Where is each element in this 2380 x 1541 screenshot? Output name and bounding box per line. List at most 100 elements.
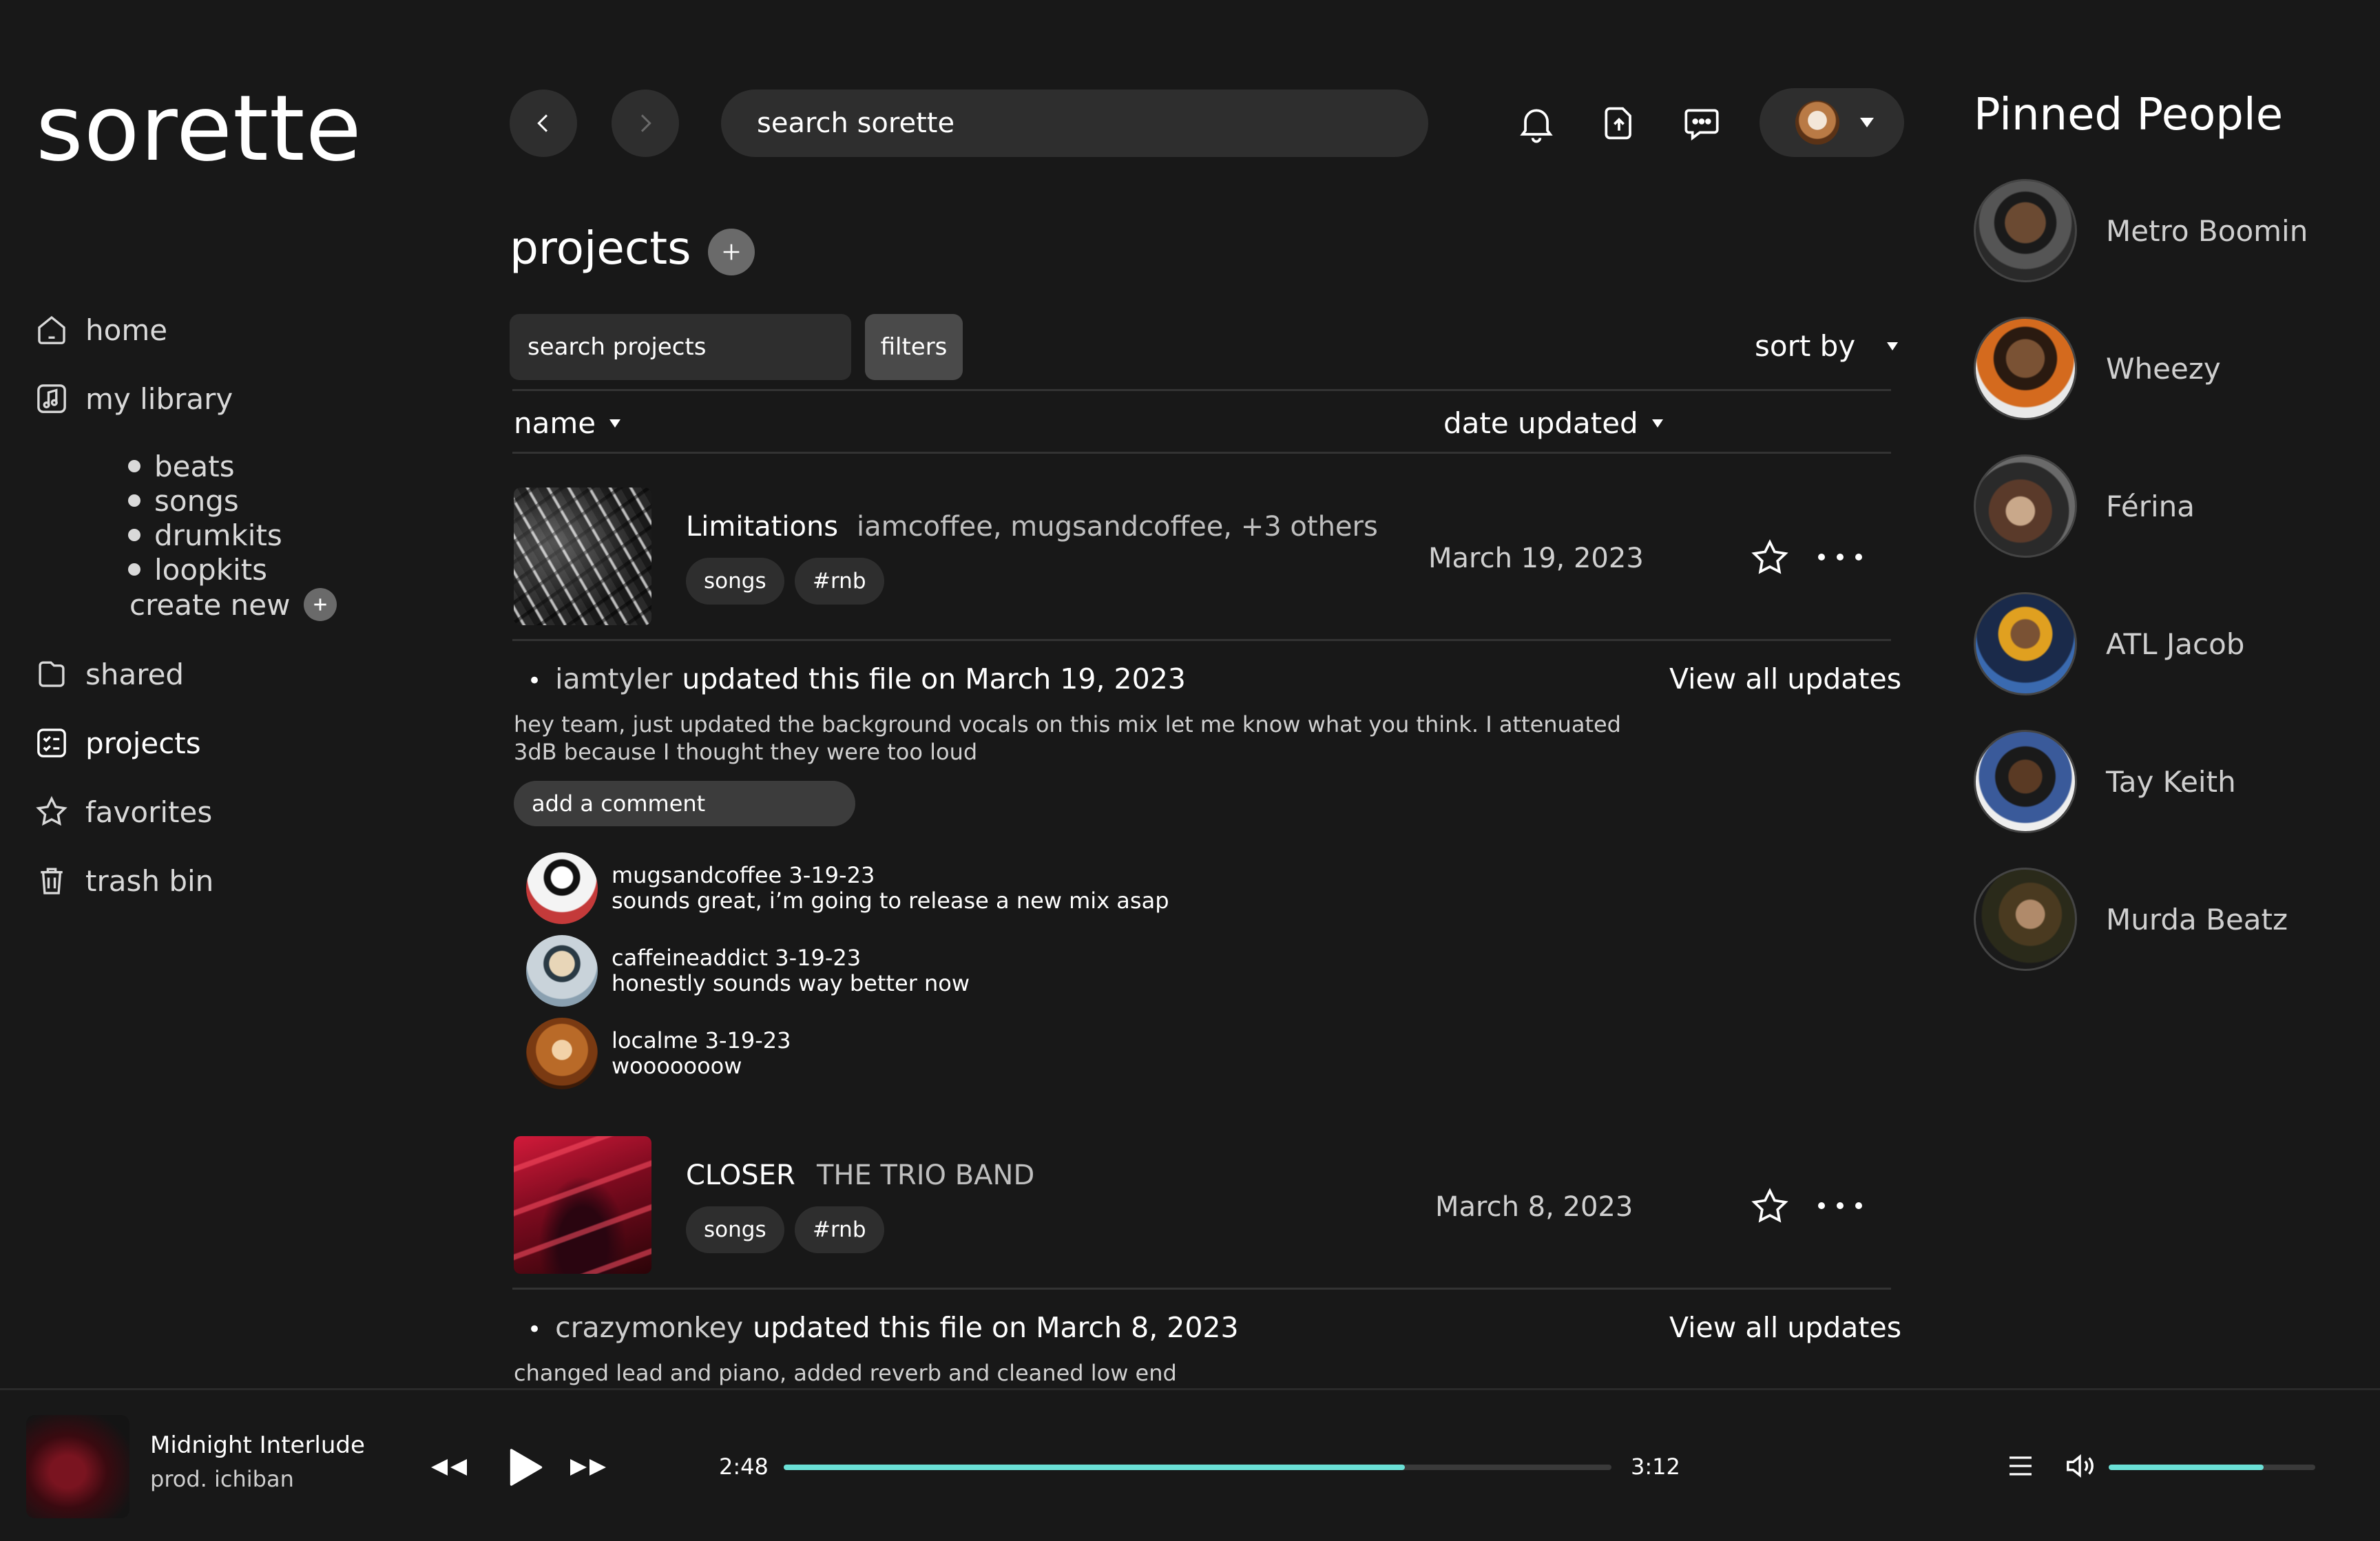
add-project-button[interactable] xyxy=(708,229,755,275)
project-thumbnail[interactable] xyxy=(514,1136,651,1274)
pinned-person[interactable]: ATL Jacob xyxy=(1974,592,2244,695)
track-artist[interactable]: prod. ichiban xyxy=(150,1466,294,1492)
rewind-button[interactable] xyxy=(428,1447,470,1488)
fast-forward-icon xyxy=(570,1459,606,1476)
back-button[interactable] xyxy=(510,90,577,157)
update-text: updated this file on March 19, 2023 xyxy=(682,662,1186,695)
volume-button[interactable] xyxy=(2060,1445,2102,1487)
avatar[interactable] xyxy=(526,1018,598,1089)
column-header-date[interactable]: date updated xyxy=(1443,406,1663,440)
update-user[interactable]: crazymonkey xyxy=(555,1311,743,1344)
project-date: March 19, 2023 xyxy=(1428,543,1644,574)
profile-menu-button[interactable] xyxy=(1760,88,1904,157)
rewind-icon xyxy=(431,1459,467,1476)
pinned-person[interactable]: Murda Beatz xyxy=(1974,868,2288,971)
volume-slider[interactable] xyxy=(2109,1465,2315,1470)
bullet-icon: • xyxy=(528,1316,542,1343)
home-icon xyxy=(38,315,65,344)
comment-input[interactable] xyxy=(514,781,855,826)
project-search-input[interactable] xyxy=(510,314,851,380)
music-note-icon xyxy=(37,384,66,413)
tag-rnb[interactable]: #rnb xyxy=(795,1206,884,1253)
library-item-label: songs xyxy=(154,483,239,518)
fast-forward-button[interactable] xyxy=(567,1447,609,1488)
divider xyxy=(512,389,1891,391)
bell-icon xyxy=(1520,109,1553,143)
favorite-star-icon[interactable] xyxy=(1748,536,1792,580)
tag-songs[interactable]: songs xyxy=(686,558,784,605)
track-title[interactable]: Midnight Interlude xyxy=(150,1432,365,1459)
more-options-icon[interactable] xyxy=(1818,547,1862,567)
caret-down-icon xyxy=(1887,342,1899,350)
duration-time: 3:12 xyxy=(1631,1454,1680,1480)
chevron-right-icon xyxy=(640,114,651,132)
library-item-drumkits[interactable]: drumkits xyxy=(128,518,337,552)
forward-button[interactable] xyxy=(612,90,679,157)
pinned-person[interactable]: Tay Keith xyxy=(1974,730,2236,833)
view-all-updates-link[interactable]: View all updates xyxy=(1669,1311,1901,1344)
avatar xyxy=(1974,454,2077,558)
sort-by-label: sort by xyxy=(1755,329,1856,363)
favorite-star-icon[interactable] xyxy=(1748,1184,1792,1228)
filters-button[interactable]: filters xyxy=(865,314,963,380)
library-item-songs[interactable]: songs xyxy=(128,483,337,518)
comment-text: sounds great, i’m going to release a new… xyxy=(612,888,1169,914)
tag-rnb[interactable]: #rnb xyxy=(795,558,884,605)
sort-by-dropdown[interactable]: sort by xyxy=(1755,329,1899,363)
sidebar-item-home[interactable]: home xyxy=(33,311,167,348)
avatar xyxy=(1974,868,2077,971)
sidebar-item-shared[interactable]: shared xyxy=(33,656,184,693)
sidebar-item-projects[interactable]: projects xyxy=(33,724,201,762)
avatar[interactable] xyxy=(526,852,598,924)
avatar xyxy=(1974,317,2077,420)
sidebar-item-favorites[interactable]: favorites xyxy=(33,793,212,830)
pinned-person[interactable]: Metro Boomin xyxy=(1974,179,2308,282)
library-item-beats[interactable]: beats xyxy=(128,449,337,483)
comment-item: caffeineaddict 3-19-23 honestly sounds w… xyxy=(526,935,970,1007)
global-search-input[interactable] xyxy=(721,90,1428,157)
caret-down-icon xyxy=(1651,419,1663,428)
tag-songs[interactable]: songs xyxy=(686,1206,784,1253)
view-all-updates-link[interactable]: View all updates xyxy=(1669,662,1901,695)
library-item-loopkits[interactable]: loopkits xyxy=(128,552,337,587)
library-submenu: beats songs drumkits loopkits create new xyxy=(128,449,337,622)
upload-button[interactable] xyxy=(1595,99,1643,147)
project-thumbnail[interactable] xyxy=(514,488,651,625)
sidebar-item-label: projects xyxy=(85,726,201,760)
checklist-icon xyxy=(37,728,66,757)
chevron-left-icon xyxy=(537,114,548,132)
sidebar-item-label: trash bin xyxy=(85,863,214,898)
app-logo[interactable]: sorette xyxy=(36,76,362,182)
sidebar-item-trash-bin[interactable]: trash bin xyxy=(33,862,213,899)
update-user[interactable]: iamtyler xyxy=(555,662,672,695)
avatar[interactable] xyxy=(526,935,598,1007)
volume-icon xyxy=(2067,1454,2094,1478)
sidebar-item-label: my library xyxy=(85,381,233,416)
notifications-button[interactable] xyxy=(1512,99,1560,147)
project-title[interactable]: CLOSER xyxy=(686,1160,795,1191)
elapsed-time: 2:48 xyxy=(719,1454,769,1480)
plus-icon xyxy=(304,588,337,621)
project-title[interactable]: Limitations xyxy=(686,511,838,543)
divider xyxy=(512,452,1891,454)
caret-down-icon xyxy=(609,419,621,428)
volume-fill xyxy=(2109,1465,2264,1470)
bullet-icon: • xyxy=(528,667,542,695)
create-new-button[interactable]: create new xyxy=(129,587,337,622)
queue-button[interactable] xyxy=(2000,1445,2041,1487)
play-button[interactable] xyxy=(499,1440,554,1495)
sidebar-item-label: favorites xyxy=(85,795,213,829)
album-art[interactable] xyxy=(26,1415,129,1518)
sidebar-item-my-library[interactable]: my library xyxy=(33,380,233,417)
pinned-person[interactable]: Wheezy xyxy=(1974,317,2221,420)
person-name: ATL Jacob xyxy=(2106,627,2245,661)
now-playing-bar: Midnight Interlude prod. ichiban 2:48 3:… xyxy=(0,1388,2380,1541)
more-options-icon[interactable] xyxy=(1818,1195,1862,1216)
messages-button[interactable] xyxy=(1678,99,1726,147)
pinned-person[interactable]: Férina xyxy=(1974,454,2195,558)
sidebar-item-label: shared xyxy=(85,657,185,691)
column-header-name[interactable]: name xyxy=(514,406,621,440)
app-window: sorette home my library beats songs drum… xyxy=(0,0,2380,1541)
playback-progress-slider[interactable] xyxy=(784,1465,1611,1470)
divider xyxy=(512,639,1891,641)
